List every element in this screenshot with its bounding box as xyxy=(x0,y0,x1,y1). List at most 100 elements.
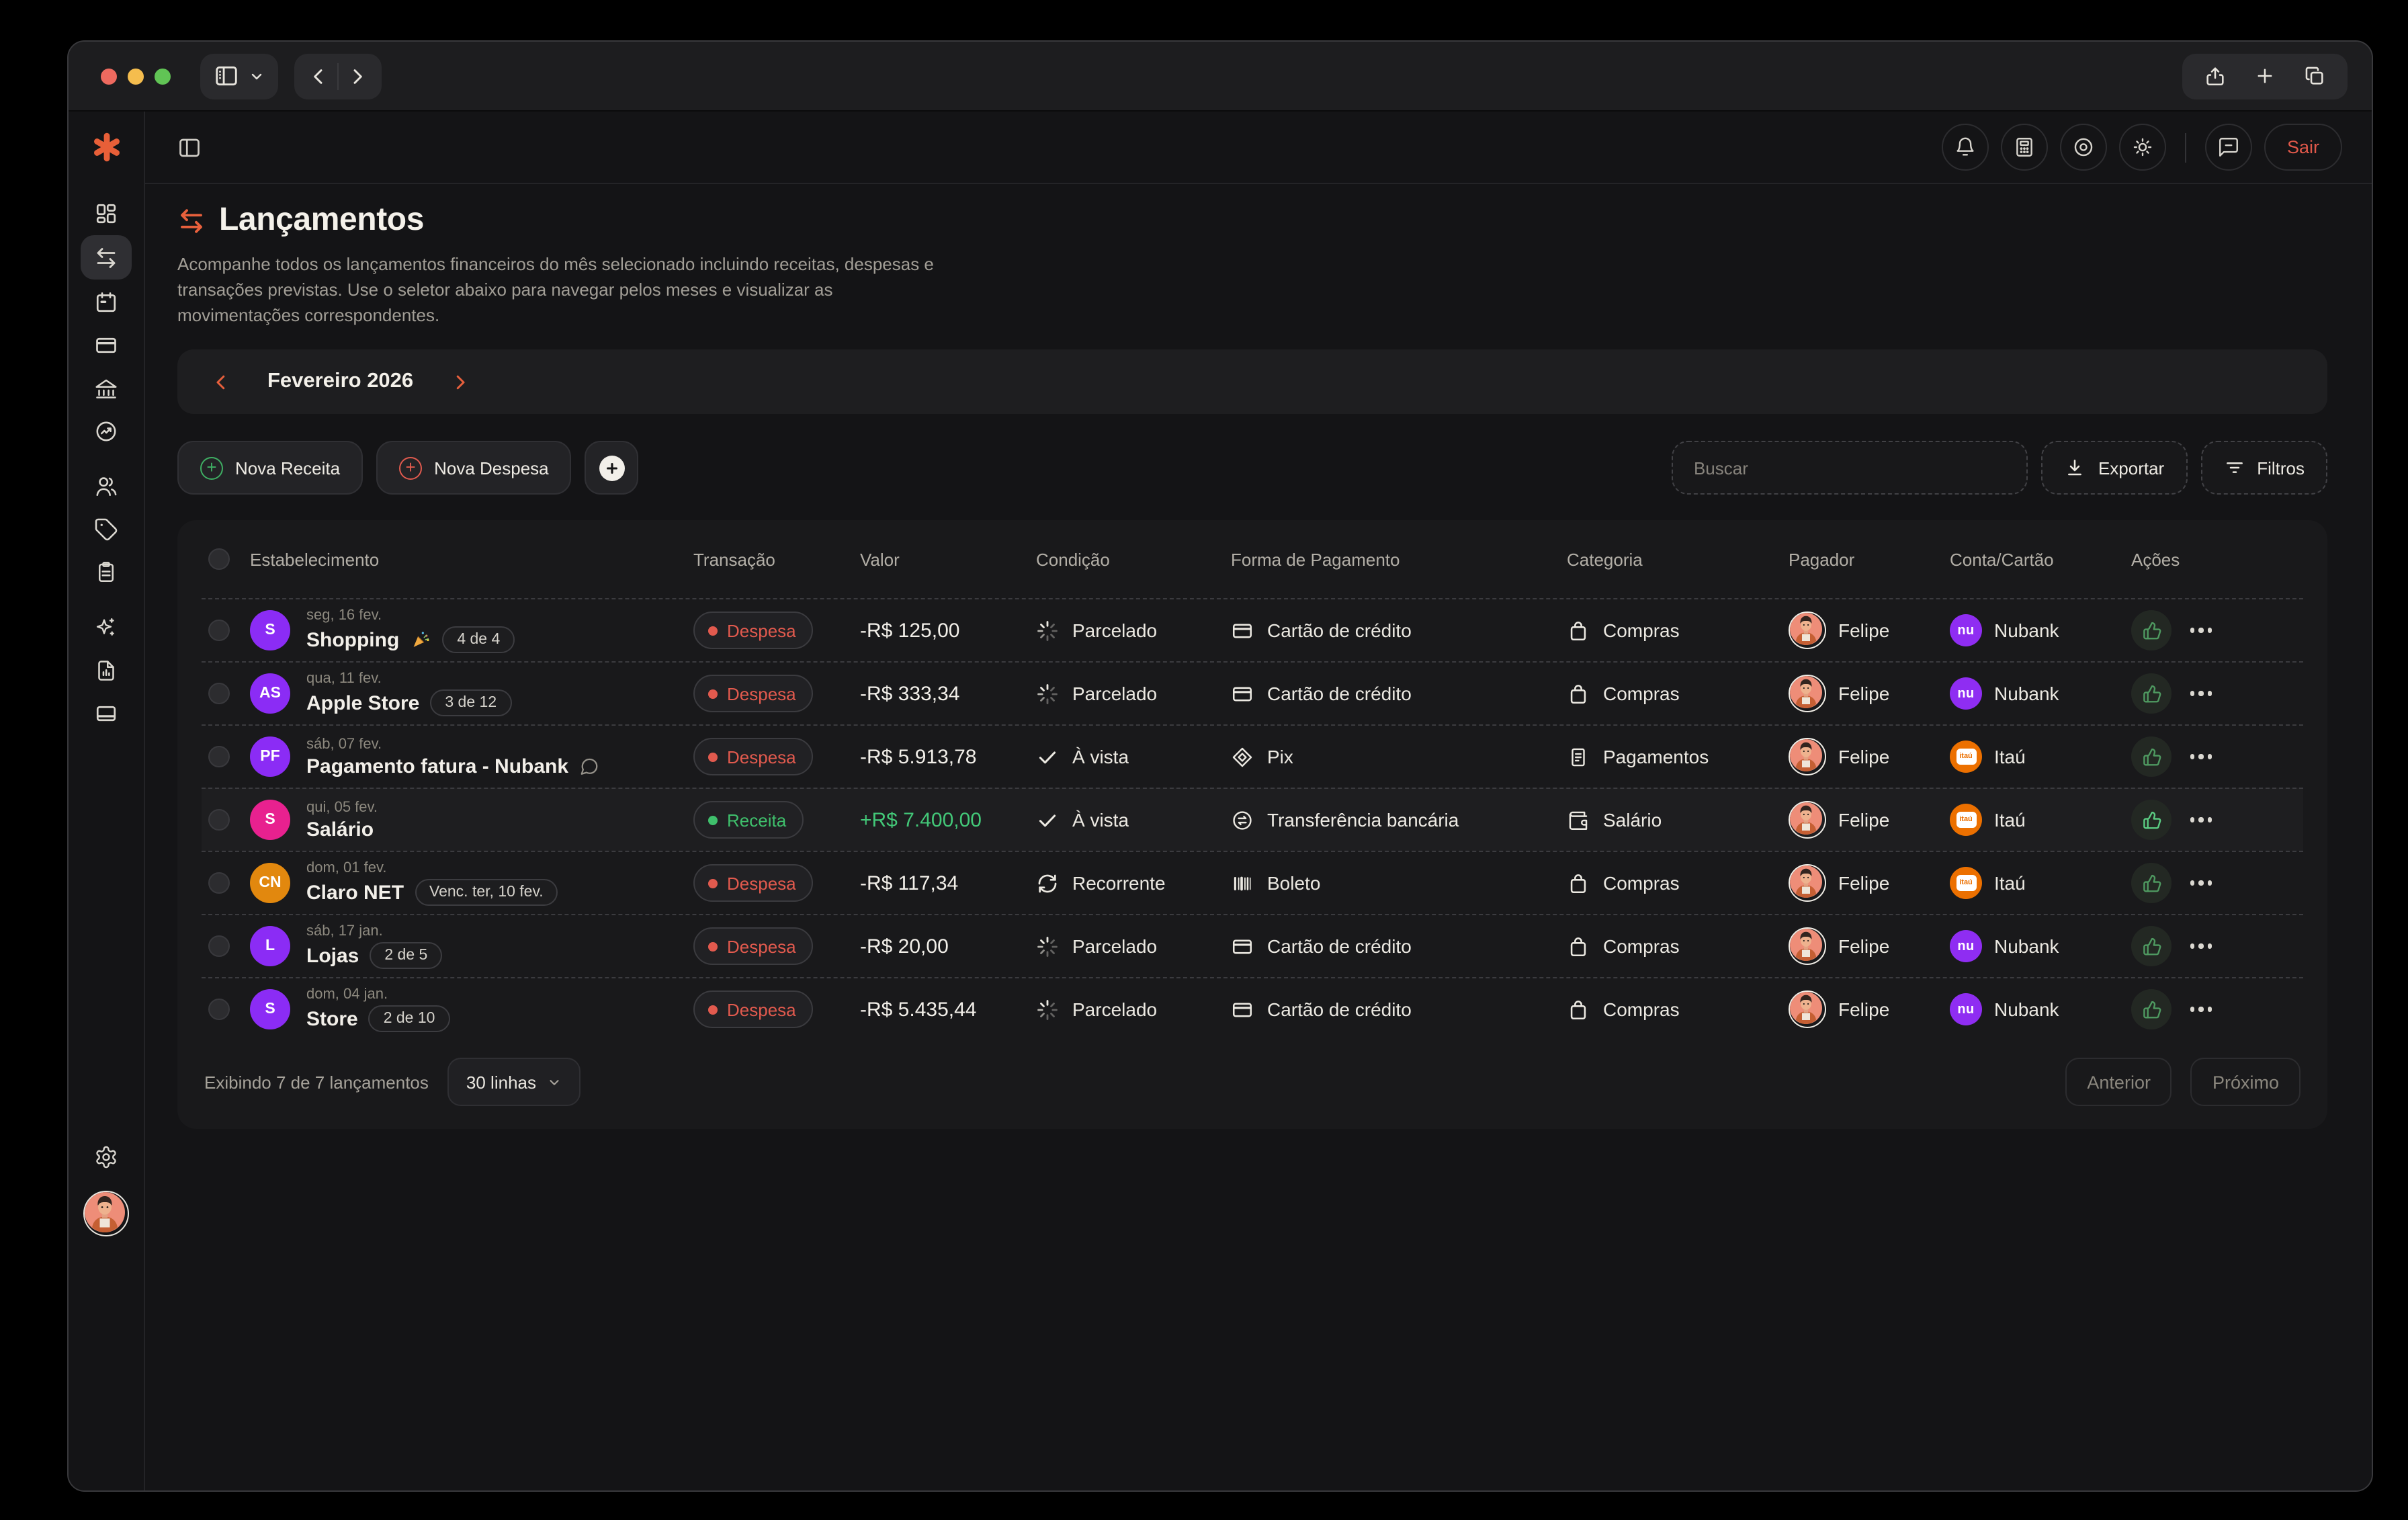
row-menu-button[interactable] xyxy=(2190,926,2212,966)
credit-card-icon xyxy=(1231,998,1254,1021)
row-checkbox[interactable] xyxy=(208,683,230,704)
transaction-type-label: Despesa xyxy=(727,620,796,640)
new-tab-icon[interactable] xyxy=(2253,65,2276,87)
zoom-window-button[interactable] xyxy=(155,68,171,84)
sidebar-item-users[interactable] xyxy=(81,465,132,507)
next-page-button[interactable]: Próximo xyxy=(2190,1058,2300,1106)
approve-thumbs-up-icon[interactable] xyxy=(2131,926,2172,966)
approve-thumbs-up-icon[interactable] xyxy=(2131,800,2172,840)
close-window-button[interactable] xyxy=(101,68,117,84)
notifications-bell-icon[interactable] xyxy=(1941,124,1989,171)
row-menu-button[interactable] xyxy=(2190,673,2212,714)
table-row[interactable]: L sáb, 17 jan. Lojas 2 de 5 Despesa -R$ … xyxy=(202,914,2303,977)
itau-logo-icon: itaú xyxy=(1950,804,1982,836)
tab-overview-icon[interactable] xyxy=(2303,65,2326,87)
status-dot xyxy=(708,878,718,888)
previous-page-button[interactable]: Anterior xyxy=(2065,1058,2172,1106)
sidebar-item-accounts[interactable] xyxy=(81,692,132,734)
share-icon[interactable] xyxy=(2204,65,2227,87)
sidebar-item-reports[interactable] xyxy=(81,649,132,691)
approve-thumbs-up-icon[interactable] xyxy=(2131,610,2172,650)
table-row[interactable]: AS qua, 11 fev. Apple Store 3 de 12 Desp… xyxy=(202,661,2303,724)
row-checkbox[interactable] xyxy=(208,746,230,767)
filter-icon xyxy=(2223,457,2245,478)
logout-button[interactable]: Sair xyxy=(2264,124,2342,171)
row-menu-button[interactable] xyxy=(2190,863,2212,903)
search-input[interactable] xyxy=(1672,441,2028,495)
payment-label: Cartão de crédito xyxy=(1267,683,1412,704)
page-size-value: 30 linhas xyxy=(466,1072,536,1092)
category-cell: Salário xyxy=(1567,808,1789,831)
sidebar-item-calendar[interactable] xyxy=(81,281,132,323)
export-button[interactable]: Exportar xyxy=(2041,441,2188,495)
approve-thumbs-up-icon[interactable] xyxy=(2131,673,2172,714)
payer-cell: Felipe xyxy=(1789,675,1950,712)
sidebar-nav xyxy=(81,192,132,734)
establishment-name: Lojas xyxy=(306,944,359,967)
filters-button[interactable]: Filtros xyxy=(2200,441,2327,495)
new-income-button[interactable]: + Nova Receita xyxy=(177,441,363,495)
row-menu-button[interactable] xyxy=(2190,610,2212,650)
payer-cell: Felipe xyxy=(1789,611,1950,649)
approve-thumbs-up-icon[interactable] xyxy=(2131,989,2172,1029)
sidebar-item-bank[interactable] xyxy=(81,367,132,409)
privacy-eye-icon[interactable] xyxy=(2059,124,2107,171)
column-header: Transação xyxy=(693,549,775,569)
approve-thumbs-up-icon[interactable] xyxy=(2131,736,2172,777)
calculator-icon[interactable] xyxy=(2000,124,2048,171)
table-row[interactable]: PF sáb, 07 fev. Pagamento fatura - Nuban… xyxy=(202,724,2303,788)
payer-avatar xyxy=(1789,675,1826,712)
account-cell: nu itaú Nubank xyxy=(1950,993,2131,1025)
category-label: Compras xyxy=(1603,872,1680,894)
forward-button[interactable] xyxy=(339,57,376,95)
transaction-type-cell: Despesa xyxy=(693,611,855,649)
row-menu-button[interactable] xyxy=(2190,989,2212,1029)
transaction-type-label: Despesa xyxy=(727,999,796,1019)
minimize-window-button[interactable] xyxy=(128,68,144,84)
row-checkbox[interactable] xyxy=(208,620,230,641)
approve-thumbs-up-icon[interactable] xyxy=(2131,863,2172,903)
quick-add-button[interactable] xyxy=(585,441,639,495)
page-size-select[interactable]: 30 linhas xyxy=(447,1058,580,1106)
table-row[interactable]: S dom, 04 jan. Store 2 de 10 Despesa -R$… xyxy=(202,977,2303,1040)
row-checkbox[interactable] xyxy=(208,935,230,957)
user-avatar[interactable] xyxy=(83,1191,129,1236)
transaction-badge: Despesa xyxy=(693,927,814,965)
back-button[interactable] xyxy=(300,57,337,95)
column-header: Conta/Cartão xyxy=(1950,549,2054,569)
sidebar-item-investments[interactable] xyxy=(81,410,132,452)
transaction-date: dom, 01 fev. xyxy=(306,860,387,876)
feedback-chat-icon[interactable] xyxy=(2204,124,2252,171)
new-expense-button[interactable]: + Nova Despesa xyxy=(376,441,572,495)
sidebar-item-ai[interactable] xyxy=(81,606,132,648)
collapse-sidebar-icon[interactable] xyxy=(177,135,202,159)
theme-sun-icon[interactable] xyxy=(2118,124,2166,171)
row-menu-button[interactable] xyxy=(2190,736,2212,777)
sidebar-item-transactions[interactable] xyxy=(81,235,132,280)
row-checkbox[interactable] xyxy=(208,999,230,1020)
next-month-button[interactable] xyxy=(449,372,470,392)
table-row[interactable]: CN dom, 01 fev. Claro NET Venc. ter, 10 … xyxy=(202,851,2303,914)
condition-cell: Parcelado xyxy=(1036,998,1231,1021)
prev-month-button[interactable] xyxy=(211,372,231,392)
payer-avatar xyxy=(1789,611,1826,649)
row-checkbox[interactable] xyxy=(208,809,230,831)
app-logo-asterisk-icon xyxy=(91,132,122,163)
select-all-checkbox[interactable] xyxy=(208,548,230,570)
sidebar-item-dashboard[interactable] xyxy=(81,192,132,234)
row-menu-button[interactable] xyxy=(2190,800,2212,840)
browser-sidebar-toggle-button[interactable] xyxy=(200,53,278,99)
month-label: Fevereiro 2026 xyxy=(267,370,414,392)
condition-cell: Parcelado xyxy=(1036,682,1231,705)
table-row[interactable]: S seg, 16 fev. Shopping 4 de 4 Despesa -… xyxy=(202,598,2303,661)
sidebar-item-cards[interactable] xyxy=(81,324,132,366)
sidebar-item-tasks[interactable] xyxy=(81,551,132,593)
row-checkbox[interactable] xyxy=(208,872,230,894)
transaction-type-label: Despesa xyxy=(727,936,796,956)
status-dot xyxy=(708,689,718,698)
table-row[interactable]: S qui, 05 fev. Salário Receita +R$ 7.400… xyxy=(202,788,2303,851)
sidebar-item-tags[interactable] xyxy=(81,508,132,550)
payment-label: Boleto xyxy=(1267,872,1321,894)
settings-icon[interactable] xyxy=(81,1136,132,1177)
payer-name: Felipe xyxy=(1838,746,1890,767)
